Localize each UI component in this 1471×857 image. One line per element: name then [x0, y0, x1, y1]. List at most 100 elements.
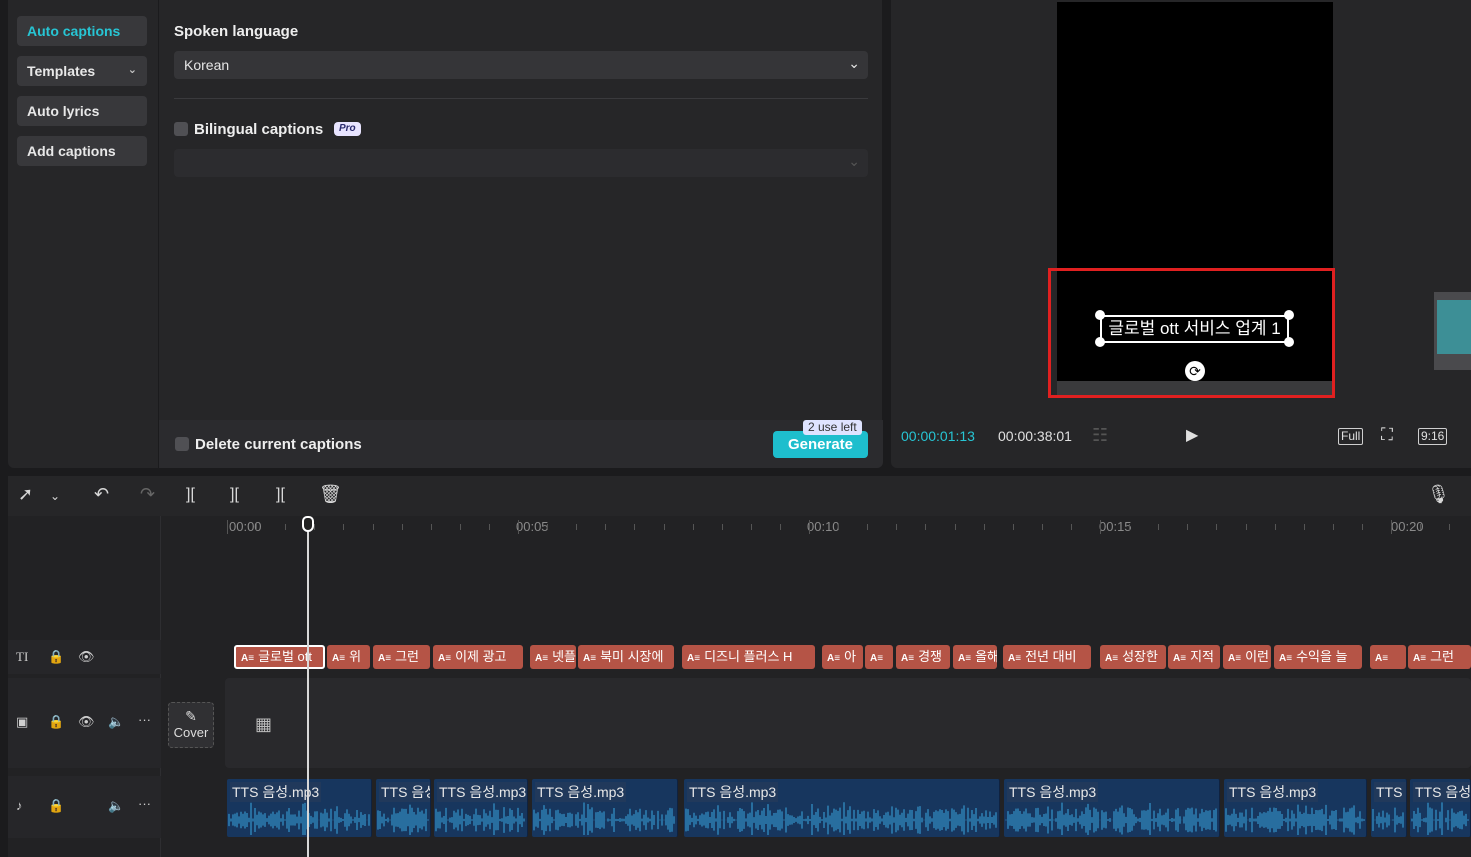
text-clip[interactable]: A≡ 넷플	[530, 645, 576, 669]
lock-icon[interactable]: 🔒	[48, 649, 64, 665]
time-ruler[interactable]: 00:00 00:05 00:10 00:15 00:20	[227, 516, 1471, 540]
ruler-tick	[867, 524, 869, 530]
audio-track-header: ♪ 🔒 🔈 ···	[8, 776, 161, 838]
text-clip[interactable]: A≡ 성장한	[1100, 645, 1166, 669]
audio-clip[interactable]: TTS 음성	[1410, 779, 1471, 837]
ruler-tick	[518, 520, 519, 534]
chevron-down-icon: ⌄	[848, 55, 860, 71]
resize-handle[interactable]	[1284, 310, 1294, 320]
sidebar-item-templates[interactable]: Templates ⌄	[17, 56, 147, 86]
video-track[interactable]: ▦	[225, 678, 1471, 768]
resize-handle[interactable]	[1095, 337, 1105, 347]
text-clip[interactable]: A≡ 그런	[373, 645, 430, 669]
bilingual-checkbox[interactable]	[174, 122, 188, 136]
zoom-fit-icon[interactable]: ⛶	[1381, 425, 1393, 445]
ruler-tick	[576, 524, 578, 530]
text-clip-label: 지적	[1190, 649, 1214, 664]
ruler-tick	[1041, 524, 1043, 530]
music-icon: ♪	[16, 798, 23, 813]
cover-button[interactable]: ✎ Cover	[168, 702, 214, 748]
audio-clip[interactable]: TTS 음성.mp3	[532, 779, 678, 837]
select-cursor-icon[interactable]: ➚	[18, 484, 33, 505]
text-clip[interactable]: A≡ 경쟁	[896, 645, 950, 669]
ruler-tick	[750, 524, 752, 530]
text-track: A≡ 글로벌 ott A≡ 위 A≡ 그런 A≡ 이제 광고 A≡ 넷플 A≡ 북미 시장에…	[227, 645, 1471, 669]
split-right-icon[interactable]: ][	[276, 486, 285, 504]
ruler-tick	[1158, 524, 1160, 530]
text-clip[interactable]: A≡ 위	[327, 645, 370, 669]
eye-icon[interactable]: 👁	[78, 714, 95, 730]
audio-clip[interactable]: TTS 음성.mp3	[1004, 779, 1220, 837]
spoken-language-select[interactable]: Korean ⌄	[174, 51, 868, 79]
audio-clip[interactable]: TTS 음	[1371, 779, 1407, 837]
sidebar-item-auto-captions[interactable]: Auto captions	[17, 16, 147, 46]
ruler-tick	[401, 524, 403, 530]
play-icon[interactable]: ▶	[1186, 425, 1198, 445]
text-clip[interactable]: A≡ 그런	[1408, 645, 1471, 669]
text-clip[interactable]: A≡	[1370, 645, 1406, 669]
captions-panel: Spoken language Korean ⌄ Bilingual capti…	[158, 0, 883, 468]
waveform-icon[interactable]: ☷	[1092, 425, 1108, 446]
lock-icon[interactable]: 🔒	[48, 714, 64, 730]
ruler-tick	[256, 524, 258, 530]
text-clip-label: 글로벌 ott	[258, 649, 313, 664]
chevron-down-icon: ⌄	[848, 153, 860, 169]
microphone-icon[interactable]: 🎙	[1427, 484, 1450, 505]
delete-captions-checkbox[interactable]	[175, 437, 189, 451]
delete-icon[interactable]: 🗑	[319, 484, 342, 505]
resize-handle[interactable]	[1095, 310, 1105, 320]
sidebar-item-label: Auto lyrics	[27, 103, 100, 119]
ruler-tick	[547, 524, 549, 530]
captions-sidebar: Auto captions Templates ⌄ Auto lyrics Add…	[8, 0, 158, 468]
text-clip[interactable]: A≡ 아	[822, 645, 863, 669]
aspect-ratio-button[interactable]: 9:16	[1418, 428, 1448, 445]
text-clip-label: 경쟁	[918, 649, 942, 664]
full-button[interactable]: Full	[1338, 428, 1364, 445]
audio-clip[interactable]: TTS 음성.mp3	[434, 779, 528, 837]
text-clip[interactable]: A≡ 이제 광고	[433, 645, 523, 669]
ruler-tick	[896, 524, 898, 530]
more-icon[interactable]: ···	[138, 796, 151, 811]
text-clip[interactable]: A≡ 수익을 늘	[1274, 645, 1362, 669]
eye-icon[interactable]: 👁	[78, 649, 95, 665]
text-clip[interactable]: A≡ 북미 시장에	[578, 645, 674, 669]
split-icon[interactable]: ][	[186, 486, 195, 504]
text-clip[interactable]: A≡ 글로벌 ott	[234, 645, 325, 669]
ruler-tick	[779, 524, 781, 530]
sidebar-item-auto-lyrics[interactable]: Auto lyrics	[17, 96, 147, 126]
playhead-line[interactable]	[307, 516, 309, 857]
text-clip-label: 디즈니 플러스 H	[704, 649, 793, 664]
speaker-icon[interactable]: 🔈	[108, 714, 124, 730]
audio-clip[interactable]: TTS 음성	[376, 779, 431, 837]
text-clip[interactable]: A≡ 이런	[1223, 645, 1271, 669]
text-clip[interactable]: A≡ 올해	[953, 645, 997, 669]
audio-clip[interactable]: TTS 음성.mp3	[227, 779, 372, 837]
rotate-icon[interactable]: ⟳	[1185, 361, 1205, 381]
text-clip[interactable]: A≡ 지적	[1168, 645, 1220, 669]
caption-text-box[interactable]: 글로벌 ott 서비스 업계 1	[1100, 315, 1289, 343]
text-clip-label: 이런	[1245, 649, 1269, 664]
chevron-down-icon[interactable]: ⌄	[50, 489, 60, 503]
waveform	[1372, 807, 1404, 833]
lock-icon[interactable]: 🔒	[48, 798, 64, 814]
ruler-tick	[954, 524, 956, 530]
split-left-icon[interactable]: ][	[230, 486, 239, 504]
generate-button[interactable]: Generate	[773, 431, 868, 458]
playhead-handle[interactable]	[302, 516, 314, 532]
undo-icon[interactable]: ↶	[94, 484, 109, 505]
text-clip[interactable]: A≡ 디즈니 플러스 H	[682, 645, 815, 669]
ruler-label: 00:05	[516, 519, 549, 534]
text-clip[interactable]: A≡ 전년 대비	[1003, 645, 1091, 669]
audio-clip[interactable]: TTS 음성.mp3	[1224, 779, 1367, 837]
text-clip-label: 전년 대비	[1025, 649, 1077, 664]
audio-clip[interactable]: TTS 음성.mp3	[684, 779, 1000, 837]
more-icon[interactable]: ···	[138, 712, 151, 727]
text-clip[interactable]: A≡	[865, 645, 893, 669]
spoken-language-label: Spoken language	[174, 23, 299, 40]
sidebar-item-add-captions[interactable]: Add captions	[17, 136, 147, 166]
text-clip-label: 위	[349, 649, 362, 664]
video-track-header: ▣ 🔒 👁 🔈 ···	[8, 678, 161, 768]
resize-handle[interactable]	[1284, 337, 1294, 347]
speaker-icon[interactable]: 🔈	[108, 798, 124, 814]
ruler-tick	[1100, 520, 1101, 534]
